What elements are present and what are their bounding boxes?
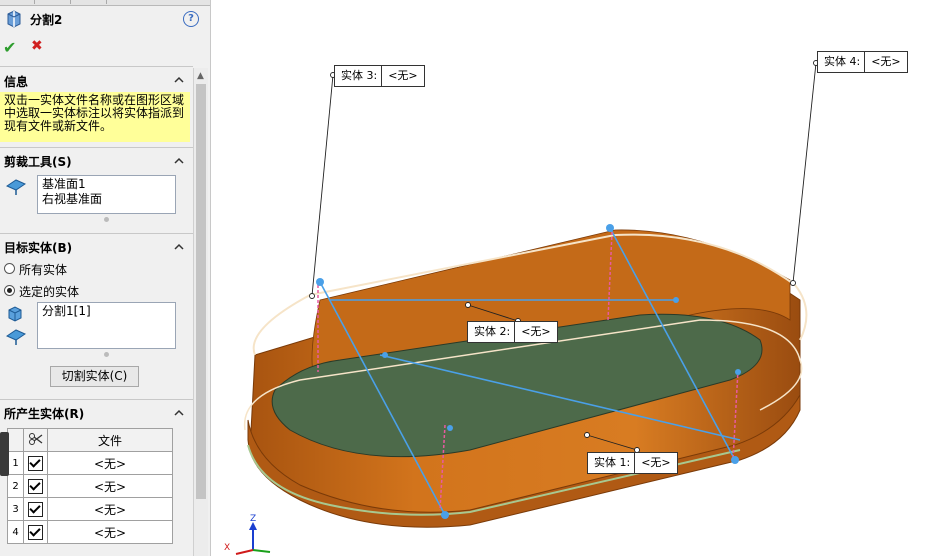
all-bodies-label: 所有实体 <box>19 263 68 277</box>
list-item[interactable]: 右视基准面 <box>42 192 171 207</box>
callout-label: 实体 2: <box>468 322 516 342</box>
row-checkbox-cell <box>23 520 48 544</box>
feature-title: 分割2 <box>30 13 63 27</box>
panel-tab-strip <box>0 0 210 6</box>
table-row[interactable]: 4 <无> <box>7 520 173 544</box>
chevron-up-icon[interactable] <box>174 155 184 165</box>
ok-button[interactable]: ✔ <box>3 38 16 57</box>
row-number: 2 <box>7 474 24 498</box>
trim-tool-icon <box>5 328 27 349</box>
consume-column-header[interactable] <box>23 428 48 452</box>
solid-body-icon <box>6 305 24 326</box>
scissors-icon <box>28 432 42 445</box>
divider <box>0 66 193 67</box>
trim-tools-list[interactable]: 基准面1 右视基准面 <box>37 175 176 214</box>
axis-triad <box>235 522 271 555</box>
trim-tools-section-header[interactable]: 剪裁工具(S) <box>4 153 72 170</box>
chevron-up-icon[interactable] <box>174 241 184 251</box>
resulting-bodies-section-header[interactable]: 所产生实体(R) <box>4 405 84 422</box>
z-axis-label: Z <box>250 514 257 524</box>
all-bodies-radio[interactable] <box>4 263 15 274</box>
body-1-callout[interactable]: 实体 1: <无> <box>587 452 678 474</box>
table-row[interactable]: 1 <无> <box>7 451 173 475</box>
body-3-callout[interactable]: 实体 3: <无> <box>334 65 425 87</box>
divider <box>0 147 193 148</box>
help-icon[interactable]: ? <box>183 11 199 27</box>
row-checkbox-cell <box>23 451 48 475</box>
row-number: 3 <box>7 497 24 521</box>
body-4-callout[interactable]: 实体 4: <无> <box>817 51 908 73</box>
callout-label: 实体 1: <box>588 453 636 473</box>
trim-tool-icon <box>5 178 27 199</box>
target-bodies-list[interactable]: 分割1[1] <box>37 302 176 349</box>
selected-bodies-radio[interactable] <box>4 285 15 296</box>
panel-scrollbar[interactable]: ▲ <box>193 68 208 556</box>
side-dock-tab[interactable] <box>0 432 9 476</box>
list-item[interactable]: 分割1[1] <box>42 304 171 319</box>
row-checkbox-cell <box>23 497 48 521</box>
scroll-up-icon[interactable]: ▲ <box>197 71 204 81</box>
body-2-callout[interactable]: 实体 2: <无> <box>467 321 558 343</box>
row-number: 4 <box>7 520 24 544</box>
row-number-header <box>7 428 24 452</box>
callout-value[interactable]: <无> <box>865 52 906 72</box>
divider <box>0 399 193 400</box>
callout-label: 实体 4: <box>818 52 866 72</box>
callout-value[interactable]: <无> <box>382 66 423 86</box>
resize-handle[interactable] <box>104 217 109 222</box>
consume-checkbox[interactable] <box>28 501 43 517</box>
resulting-bodies-table: 文件 1 <无> 2 <无> 3 <无> 4 <无> <box>7 428 173 544</box>
graphics-area[interactable]: Z X <box>211 0 926 556</box>
file-cell[interactable]: <无> <box>47 497 173 521</box>
file-cell[interactable]: <无> <box>47 474 173 498</box>
divider <box>0 233 193 234</box>
x-axis-label: X <box>224 543 231 553</box>
callout-value[interactable]: <无> <box>515 322 556 342</box>
tab-property-manager[interactable] <box>36 0 71 4</box>
info-text: 双击一实体文件名称或在图形区域中选取一实体标注以将实体指派到现有文件或新文件。 <box>4 93 185 133</box>
split-feature-icon <box>6 10 22 31</box>
file-cell[interactable]: <无> <box>47 451 173 475</box>
cut-bodies-button[interactable]: 切割实体(C) <box>50 366 139 387</box>
info-section-header[interactable]: 信息 <box>4 73 28 90</box>
row-checkbox-cell <box>23 474 48 498</box>
row-number: 1 <box>7 451 24 475</box>
consume-checkbox[interactable] <box>28 478 43 494</box>
scrollbar-thumb[interactable] <box>196 84 206 499</box>
selected-bodies-label: 选定的实体 <box>19 285 80 299</box>
tab-feature-manager[interactable] <box>0 0 35 4</box>
chevron-up-icon[interactable] <box>174 74 184 84</box>
table-header-row: 文件 <box>7 428 173 452</box>
tab-configuration-manager[interactable] <box>72 0 107 4</box>
info-message: 双击一实体文件名称或在图形区域中选取一实体标注以将实体指派到现有文件或新文件。 <box>0 92 190 142</box>
consume-checkbox[interactable] <box>28 524 43 540</box>
table-row[interactable]: 2 <无> <box>7 474 173 498</box>
callout-label: 实体 3: <box>335 66 383 86</box>
resize-handle[interactable] <box>104 352 109 357</box>
callout-value[interactable]: <无> <box>635 453 676 473</box>
feature-title-bar: 分割2 ? <box>0 8 210 30</box>
list-item[interactable]: 基准面1 <box>42 177 171 192</box>
model-view[interactable] <box>211 0 926 556</box>
consume-checkbox[interactable] <box>28 455 43 471</box>
cancel-button[interactable]: ✖ <box>31 38 43 54</box>
target-bodies-section-header[interactable]: 目标实体(B) <box>4 239 72 256</box>
table-row[interactable]: 3 <无> <box>7 497 173 521</box>
file-cell[interactable]: <无> <box>47 520 173 544</box>
file-column-header[interactable]: 文件 <box>47 428 173 452</box>
property-manager-panel: 分割2 ? ✔ ✖ 信息 双击一实体文件名称或在图形区域中选取一实体标注以将实体… <box>0 0 211 556</box>
chevron-up-icon[interactable] <box>174 407 184 417</box>
